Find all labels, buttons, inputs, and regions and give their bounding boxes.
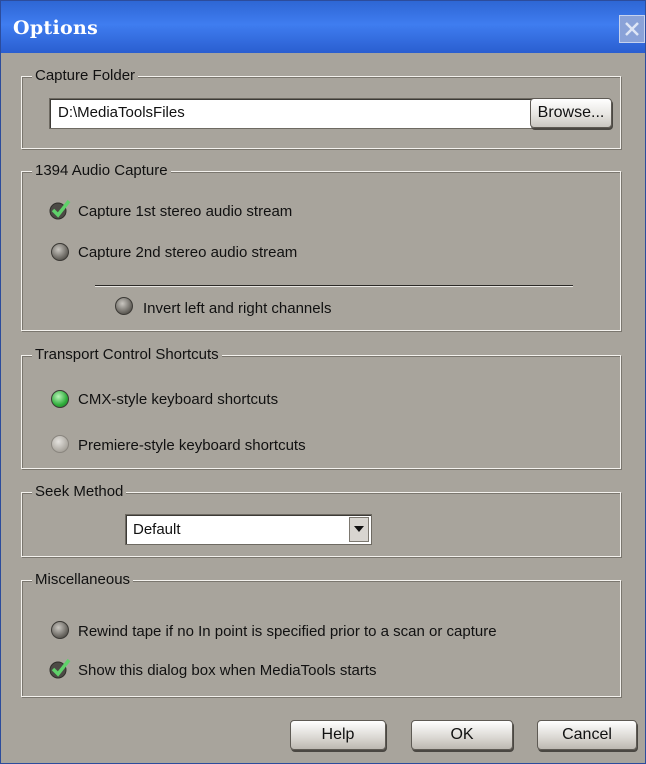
- help-button[interactable]: Help: [290, 720, 386, 750]
- browse-button[interactable]: Browse...: [530, 98, 612, 128]
- cmx-shortcuts-radio[interactable]: [51, 390, 69, 408]
- invert-channels-radio[interactable]: [115, 297, 133, 315]
- capture-2nd-stream-label: Capture 2nd stereo audio stream: [78, 244, 298, 261]
- transport-shortcuts-legend: Transport Control Shortcuts: [32, 346, 222, 363]
- capture-1st-stream-label: Capture 1st stereo audio stream: [78, 203, 293, 220]
- rewind-tape-label: Rewind tape if no In point is specified …: [78, 623, 497, 640]
- show-dialog-label: Show this dialog box when MediaTools sta…: [78, 662, 377, 679]
- premiere-shortcuts-radio[interactable]: [51, 435, 69, 453]
- capture-folder-legend: Capture Folder: [32, 67, 139, 84]
- chevron-down-icon: [354, 526, 364, 532]
- seek-method-dropdown[interactable]: Default: [125, 514, 372, 545]
- ok-button[interactable]: OK: [411, 720, 513, 750]
- seek-method-selected: Default: [133, 521, 181, 538]
- capture-folder-group: Capture Folder D:\MediaToolsFiles Browse…: [21, 67, 621, 149]
- close-button[interactable]: [619, 15, 645, 43]
- rewind-tape-checkbox[interactable]: [51, 621, 69, 639]
- premiere-shortcuts-label: Premiere-style keyboard shortcuts: [78, 437, 306, 454]
- cmx-shortcuts-label: CMX-style keyboard shortcuts: [78, 391, 279, 408]
- seek-method-legend: Seek Method: [32, 483, 127, 500]
- seek-method-group: Seek Method Default: [21, 483, 621, 557]
- miscellaneous-legend: Miscellaneous: [32, 571, 134, 588]
- invert-channels-label: Invert left and right channels: [143, 300, 332, 317]
- audio-separator: [95, 285, 573, 287]
- capture-1st-stream-checkbox[interactable]: [49, 199, 71, 221]
- title-bar[interactable]: Options: [1, 1, 645, 53]
- dropdown-arrow-button[interactable]: [349, 517, 369, 542]
- show-dialog-checkbox[interactable]: [49, 658, 71, 680]
- cancel-button[interactable]: Cancel: [537, 720, 637, 750]
- audio-capture-legend: 1394 Audio Capture: [32, 162, 171, 179]
- audio-capture-group: 1394 Audio Capture Capture 1st stereo au…: [21, 162, 621, 331]
- close-icon: [625, 22, 639, 36]
- dialog-title: Options: [13, 17, 99, 39]
- capture-folder-path-input[interactable]: D:\MediaToolsFiles: [49, 98, 535, 129]
- options-dialog: Options Capture Folder D:\MediaToolsFile…: [0, 0, 646, 764]
- capture-2nd-stream-radio[interactable]: [51, 243, 69, 261]
- transport-shortcuts-group: Transport Control Shortcuts CMX-style ke…: [21, 346, 621, 469]
- miscellaneous-group: Miscellaneous Rewind tape if no In point…: [21, 571, 621, 697]
